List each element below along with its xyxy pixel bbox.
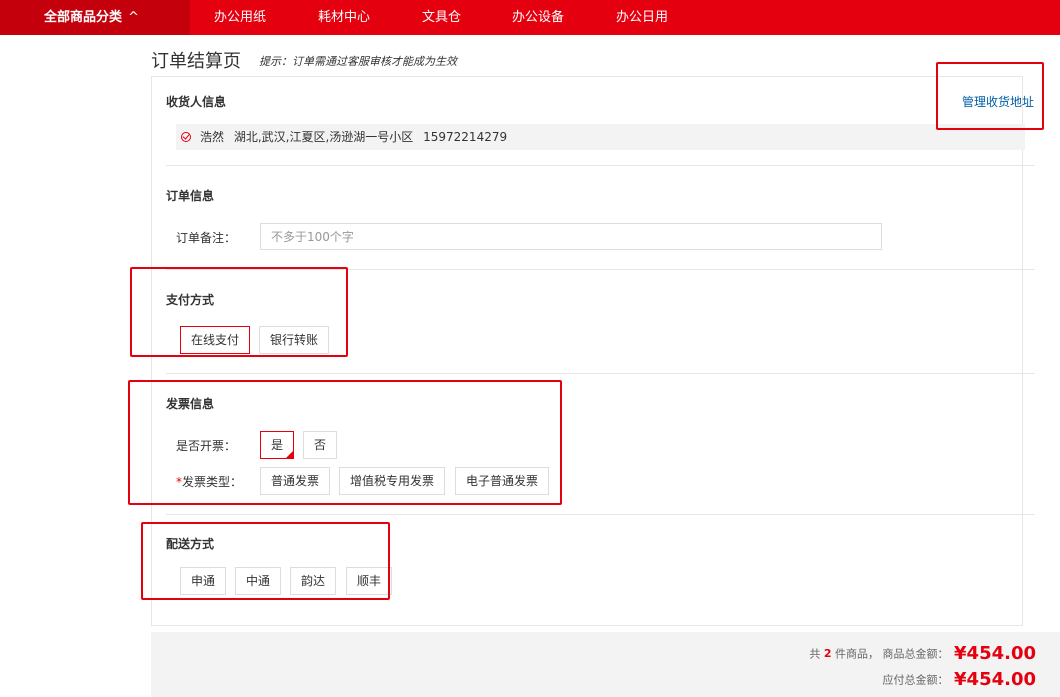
consignee-title: 收货人信息 xyxy=(166,95,227,109)
nav-item-stationery[interactable]: 文具仓 xyxy=(422,0,461,35)
divider xyxy=(166,514,1035,515)
divider xyxy=(166,165,1035,166)
item-count-prefix: 共 xyxy=(809,647,821,661)
nav-item-office-equipment[interactable]: 办公设备 xyxy=(512,0,564,35)
consignee-address: 湖北,武汉,江夏区,汤逊湖一号小区 xyxy=(233,130,414,144)
item-count: 2 xyxy=(823,647,832,660)
order-summary: 共 2 件商品， 商品总金额： ¥454.00 应付总金额： ¥454.00 xyxy=(151,632,1060,697)
payable-total-amount: ¥454.00 xyxy=(954,669,1036,690)
invoice-type-electronic[interactable]: 电子普通发票 xyxy=(455,467,549,495)
delivery-option-sf-label: 顺丰 xyxy=(356,574,381,588)
invoice-title: 发票信息 xyxy=(166,397,215,411)
invoice-type-vat-special-label: 增值税专用发票 xyxy=(349,474,434,488)
invoice-need-yes[interactable]: 是 xyxy=(260,431,294,459)
goods-total-line: 共 2 件商品， 商品总金额： ¥454.00 xyxy=(809,643,1036,664)
payment-option-bank-transfer[interactable]: 银行转账 xyxy=(259,326,329,354)
top-nav: 全部商品分类 ^ 办公用纸 耗材中心 文具仓 办公设备 办公日用 xyxy=(0,0,1060,35)
delivery-option-yunda[interactable]: 韵达 xyxy=(290,567,336,595)
payable-total-label: 应付总金额： xyxy=(882,673,949,687)
nav-item-office-paper[interactable]: 办公用纸 xyxy=(214,0,266,35)
invoice-type-label-text: 发票类型： xyxy=(182,475,243,489)
goods-total-label: 商品总金额： xyxy=(882,647,949,661)
order-note-input[interactable] xyxy=(260,223,882,250)
payment-option-bank-transfer-label: 银行转账 xyxy=(269,333,318,347)
nav-item-consumables[interactable]: 耗材中心 xyxy=(318,0,370,35)
delivery-title: 配送方式 xyxy=(166,537,215,551)
invoice-type-vat-special[interactable]: 增值税专用发票 xyxy=(339,467,445,495)
payment-title: 支付方式 xyxy=(166,293,215,307)
invoice-need-no-label: 否 xyxy=(313,438,326,452)
delivery-option-zto[interactable]: 中通 xyxy=(235,567,281,595)
order-note-label: 订单备注： xyxy=(176,231,237,245)
page-title: 订单结算页 xyxy=(151,51,241,72)
divider xyxy=(166,373,1035,374)
delivery-option-sto[interactable]: 申通 xyxy=(180,567,226,595)
delivery-option-sto-label: 申通 xyxy=(190,574,215,588)
invoice-type-normal[interactable]: 普通发票 xyxy=(260,467,330,495)
nav-item-office-daily[interactable]: 办公日用 xyxy=(616,0,668,35)
payable-total-line: 应付总金额： ¥454.00 xyxy=(883,669,1037,690)
invoice-type-normal-label: 普通发票 xyxy=(270,474,319,488)
delivery-option-zto-label: 中通 xyxy=(245,574,270,588)
divider xyxy=(166,269,1035,270)
all-categories-label: 全部商品分类 xyxy=(44,10,123,25)
address-row[interactable]: 浩然 湖北,武汉,江夏区,汤逊湖一号小区 15972214279 xyxy=(176,124,1025,150)
consignee-phone: 15972214279 xyxy=(423,130,508,144)
manage-address-link[interactable]: 管理收货地址 xyxy=(962,93,1034,110)
payment-option-online[interactable]: 在线支付 xyxy=(180,326,250,354)
selected-corner-icon xyxy=(285,450,294,459)
item-count-suffix: 件商品， xyxy=(835,647,879,661)
check-circle-icon xyxy=(181,132,191,142)
chevron-up-icon: ^ xyxy=(128,10,139,25)
delivery-option-yunda-label: 韵达 xyxy=(300,574,325,588)
invoice-type-electronic-label: 电子普通发票 xyxy=(465,474,538,488)
delivery-option-sf[interactable]: 顺丰 xyxy=(346,567,392,595)
invoice-need-no[interactable]: 否 xyxy=(303,431,337,459)
goods-total-amount: ¥454.00 xyxy=(954,643,1036,664)
invoice-need-label: 是否开票： xyxy=(176,439,237,453)
invoice-type-label: *发票类型： xyxy=(176,473,242,490)
page-tip: 提示：订单需通过客服审核才能成为生效 xyxy=(259,55,457,68)
order-info-title: 订单信息 xyxy=(166,189,215,203)
payment-option-online-label: 在线支付 xyxy=(190,333,239,347)
invoice-need-yes-label: 是 xyxy=(270,438,283,452)
all-categories-menu[interactable]: 全部商品分类 ^ xyxy=(0,0,190,35)
consignee-name: 浩然 xyxy=(200,130,225,144)
